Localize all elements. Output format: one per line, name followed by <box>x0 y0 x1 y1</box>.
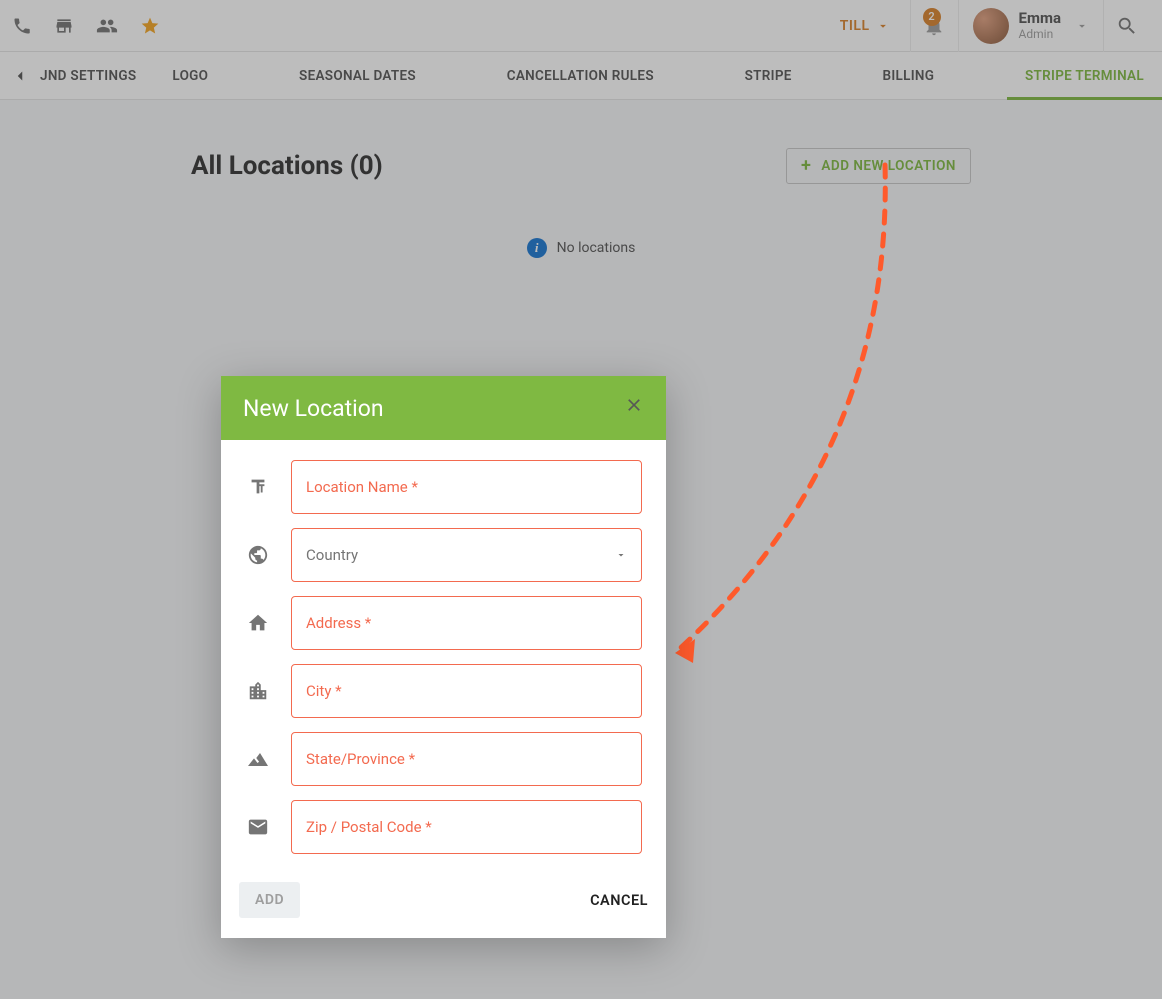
close-button[interactable] <box>624 395 644 421</box>
row-address <box>245 596 642 650</box>
dropdown-icon <box>615 549 627 561</box>
new-location-modal: New Location Country <box>221 376 666 938</box>
close-icon <box>624 395 644 415</box>
mail-icon <box>245 816 271 838</box>
address-input[interactable] <box>291 596 642 650</box>
zip-input[interactable] <box>291 800 642 854</box>
location-name-input[interactable] <box>291 460 642 514</box>
add-button[interactable]: ADD <box>239 882 300 918</box>
state-input[interactable] <box>291 732 642 786</box>
country-select[interactable]: Country <box>291 528 642 582</box>
modal-body: Country <box>221 440 666 854</box>
cancel-button[interactable]: CANCEL <box>590 892 648 909</box>
home-icon <box>245 612 271 634</box>
country-label: Country <box>306 546 358 564</box>
row-location-name <box>245 460 642 514</box>
city-icon <box>245 680 271 702</box>
row-country: Country <box>245 528 642 582</box>
globe-icon <box>245 544 271 566</box>
modal-header: New Location <box>221 376 666 440</box>
row-state <box>245 732 642 786</box>
text-icon <box>245 476 271 498</box>
modal-footer: ADD CANCEL <box>221 868 666 938</box>
modal-title: New Location <box>243 395 384 422</box>
city-input[interactable] <box>291 664 642 718</box>
row-city <box>245 664 642 718</box>
row-zip <box>245 800 642 854</box>
landscape-icon <box>245 747 271 771</box>
